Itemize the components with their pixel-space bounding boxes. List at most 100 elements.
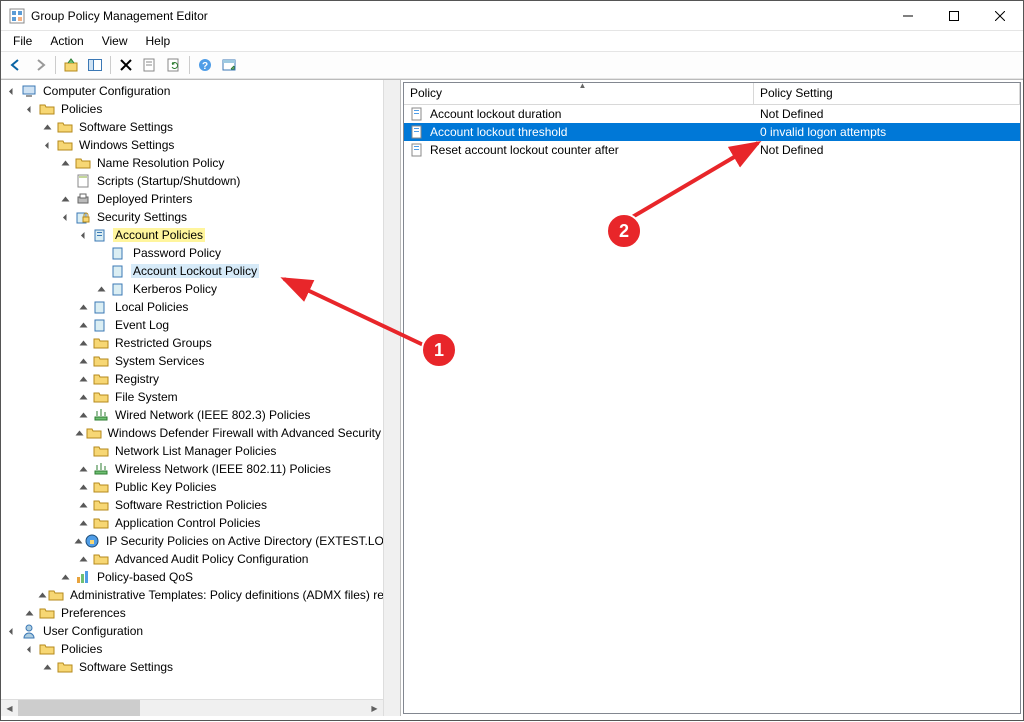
scroll-thumb[interactable] [18,700,140,716]
expander-icon[interactable] [41,660,55,674]
column-header-setting[interactable]: Policy Setting [754,83,1020,104]
list-row[interactable]: Reset account lockout counter after Not … [404,141,1020,159]
list-row[interactable]: Account lockout duration Not Defined [404,105,1020,123]
list-row-selected[interactable]: Account lockout threshold 0 invalid logo… [404,123,1020,141]
policy-item-icon [410,106,426,122]
properties-button[interactable] [139,54,161,76]
expander-icon[interactable] [77,390,91,404]
expander-icon[interactable] [59,210,73,224]
folder-icon [39,101,55,117]
folder-icon [86,425,102,441]
network-icon [93,407,109,423]
tree-item[interactable]: Network List Manager Policies [113,444,278,458]
tree-item[interactable]: Restricted Groups [113,336,214,350]
expander-icon[interactable] [59,570,73,584]
expander-icon[interactable] [5,84,19,98]
expander-icon[interactable] [41,588,46,602]
scroll-right-icon[interactable]: ▶ [366,700,383,716]
policy-setting: Not Defined [754,107,1020,121]
tree-item[interactable]: Password Policy [131,246,223,260]
tree-item[interactable]: Preferences [59,606,128,620]
menu-action[interactable]: Action [42,33,91,49]
folder-icon [75,155,91,171]
expander-icon[interactable] [77,228,91,242]
expander-icon[interactable] [41,138,55,152]
tree-item[interactable]: IP Security Policies on Active Directory… [104,534,383,548]
expander-icon[interactable] [77,498,91,512]
tree-item[interactable]: User Configuration [41,624,145,638]
tree-item[interactable]: Software Settings [77,120,175,134]
scroll-left-icon[interactable]: ◀ [1,700,18,716]
expander-icon[interactable] [77,408,91,422]
policy-setting: Not Defined [754,143,1020,157]
tree-item[interactable]: Kerberos Policy [131,282,219,296]
expander-icon[interactable] [77,426,84,440]
expander-icon[interactable] [95,282,109,296]
tree-item[interactable]: Security Settings [95,210,189,224]
column-header-policy[interactable]: Policy▲ [404,83,754,104]
tree-item[interactable]: Software Restriction Policies [113,498,269,512]
close-button[interactable] [977,1,1023,30]
expander-icon[interactable] [77,336,91,350]
refresh-button[interactable] [163,54,185,76]
nav-back-button[interactable] [5,54,27,76]
expander-icon[interactable] [59,156,73,170]
expander-icon[interactable] [5,624,19,638]
tree-item[interactable]: Windows Settings [77,138,176,152]
tree-item[interactable]: Advanced Audit Policy Configuration [113,552,310,566]
tree-item[interactable]: Registry [113,372,161,386]
expander-icon[interactable] [77,462,91,476]
policy-tree[interactable]: Computer Configuration Policies Software… [1,80,383,699]
vertical-scrollbar[interactable] [383,80,400,716]
tree-item[interactable]: Wireless Network (IEEE 802.11) Policies [113,462,333,476]
horizontal-scrollbar[interactable]: ◀ ▶ [1,699,383,716]
expander-icon[interactable] [77,318,91,332]
menu-help[interactable]: Help [138,33,179,49]
tree-item[interactable]: Scripts (Startup/Shutdown) [95,174,242,188]
expander-icon[interactable] [77,516,91,530]
menu-file[interactable]: File [5,33,40,49]
tree-item[interactable]: Local Policies [113,300,190,314]
expander-icon[interactable] [77,372,91,386]
help-button[interactable]: ? [194,54,216,76]
tree-item[interactable]: Application Control Policies [113,516,262,530]
expander-icon[interactable] [23,642,37,656]
nav-forward-button[interactable] [29,54,51,76]
tree-item[interactable]: System Services [113,354,206,368]
filter-button[interactable] [218,54,240,76]
tree-item[interactable]: Computer Configuration [41,84,172,98]
show-hide-tree-button[interactable] [84,54,106,76]
policy-item-icon [410,124,426,140]
tree-item[interactable]: Administrative Templates: Policy definit… [68,588,383,602]
tree-item-account-lockout-policy[interactable]: Account Lockout Policy [131,264,259,278]
expander-icon[interactable] [23,606,37,620]
tree-item[interactable]: Policies [59,102,104,116]
tree-item[interactable]: Wired Network (IEEE 802.3) Policies [113,408,312,422]
menu-view[interactable]: View [94,33,136,49]
expander-icon[interactable] [41,120,55,134]
tree-item[interactable]: Deployed Printers [95,192,194,206]
minimize-button[interactable] [885,1,931,30]
expander-icon[interactable] [23,102,37,116]
tree-item[interactable]: Policy-based QoS [95,570,195,584]
expander-icon[interactable] [77,354,91,368]
delete-button[interactable] [115,54,137,76]
expander-icon[interactable] [59,192,73,206]
maximize-button[interactable] [931,1,977,30]
tree-item[interactable]: Windows Defender Firewall with Advanced … [106,426,383,440]
tree-item-account-policies[interactable]: Account Policies [113,228,205,242]
tree-item[interactable]: Name Resolution Policy [95,156,226,170]
tree-item[interactable]: Event Log [113,318,171,332]
tree-item[interactable]: Public Key Policies [113,480,218,494]
list-header: Policy▲ Policy Setting [404,83,1020,105]
policy-name: Reset account lockout counter after [430,143,619,157]
expander-icon[interactable] [77,552,91,566]
tree-item[interactable]: File System [113,390,180,404]
expander-icon[interactable] [77,300,91,314]
statusbar [1,716,1023,720]
tree-item[interactable]: Software Settings [77,660,175,674]
tree-item[interactable]: Policies [59,642,104,656]
expander-icon[interactable] [77,480,91,494]
expander-icon[interactable] [77,534,82,548]
up-button[interactable] [60,54,82,76]
